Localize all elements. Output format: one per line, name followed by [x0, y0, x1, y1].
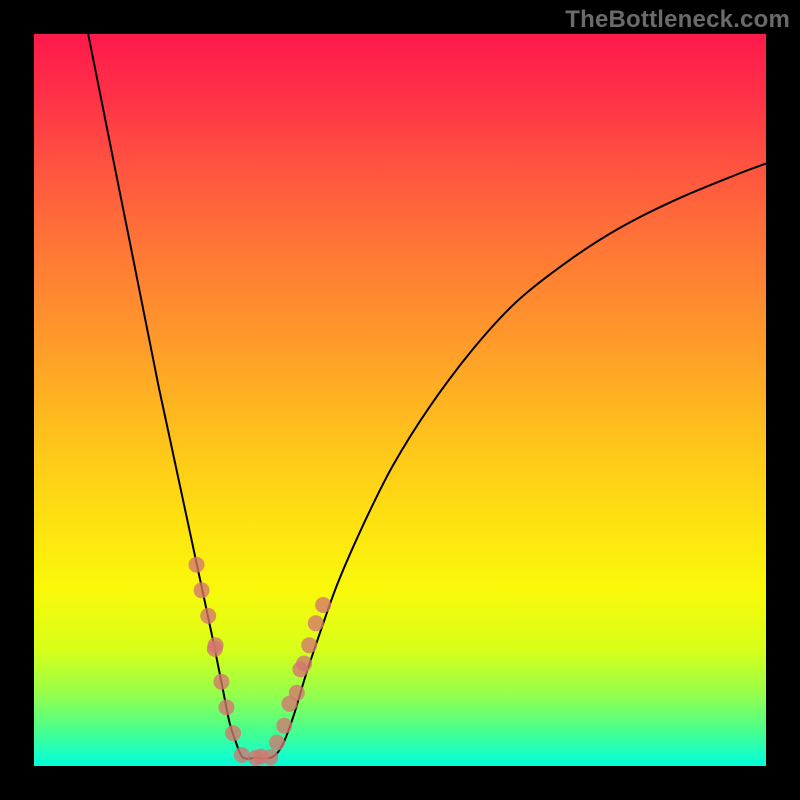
chart-frame: TheBottleneck.com [0, 0, 800, 800]
plot-area [34, 34, 766, 766]
watermark: TheBottleneck.com [565, 6, 790, 34]
